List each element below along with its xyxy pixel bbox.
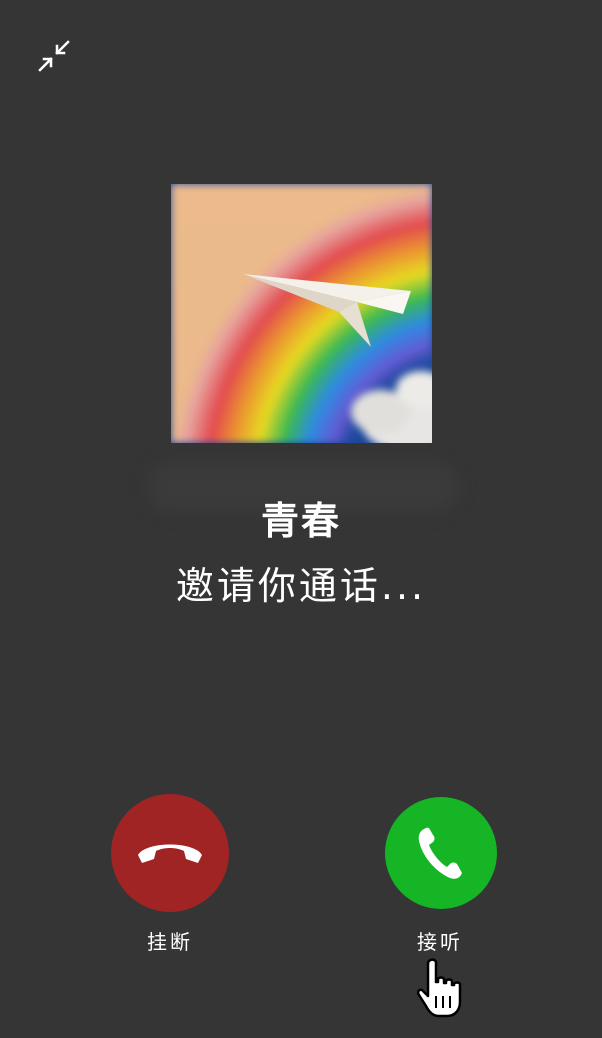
hangup-label: 挂断 xyxy=(147,930,193,954)
phone-hangup-icon xyxy=(138,844,202,863)
answer-button[interactable] xyxy=(385,797,497,909)
minimize-icon[interactable] xyxy=(34,36,74,76)
answer-label: 接听 xyxy=(417,930,463,954)
incoming-call-screen: 青春 邀请你通话... 挂断 接听 xyxy=(0,0,602,1038)
call-status-text: 邀请你通话... xyxy=(175,564,427,608)
caller-avatar xyxy=(171,184,432,443)
caller-name: 青春 xyxy=(260,499,341,543)
phone-icon xyxy=(418,827,462,879)
hand-pointer-icon xyxy=(415,958,465,1020)
hangup-button[interactable] xyxy=(111,794,229,912)
